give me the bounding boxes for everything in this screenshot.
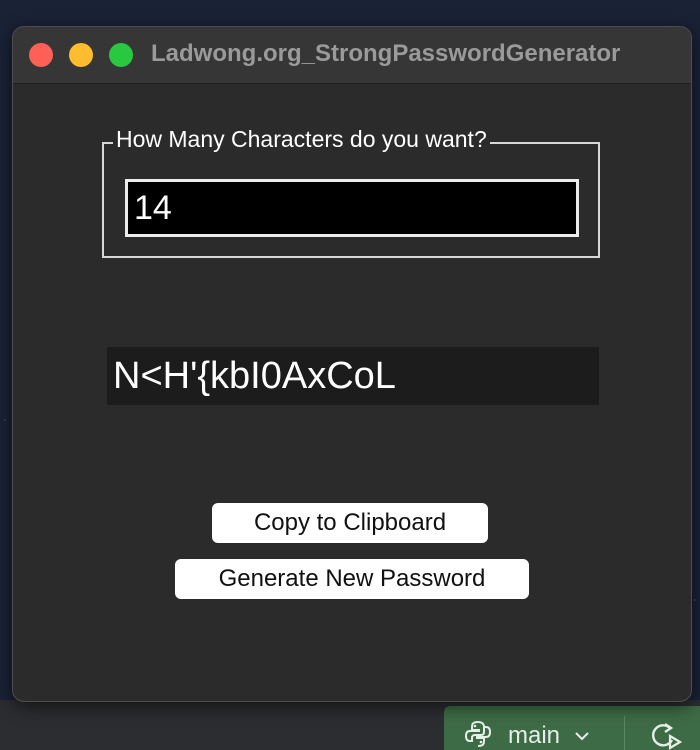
generate-password-button[interactable]: Generate New Password [175, 559, 529, 599]
minimize-button[interactable] [69, 43, 93, 67]
git-branch-label[interactable]: main [508, 722, 560, 750]
length-input[interactable] [125, 179, 579, 237]
copy-to-clipboard-button[interactable]: Copy to Clipboard [212, 503, 488, 543]
ide-run-widget[interactable]: main [444, 706, 700, 750]
divider [624, 716, 625, 750]
generated-password: N<H'{kbI0AxCoL [107, 347, 599, 405]
length-group-label: How Many Characters do you want? [113, 126, 490, 153]
close-button[interactable] [29, 43, 53, 67]
app-window: Ladwong.org_StrongPasswordGenerator How … [12, 26, 692, 702]
zoom-button[interactable] [109, 43, 133, 67]
rerun-icon[interactable] [648, 720, 682, 750]
chevron-down-icon[interactable] [574, 730, 590, 742]
python-icon [464, 720, 492, 747]
window-title: Ladwong.org_StrongPasswordGenerator [151, 40, 621, 67]
title-bar[interactable]: Ladwong.org_StrongPasswordGenerator [13, 27, 691, 84]
